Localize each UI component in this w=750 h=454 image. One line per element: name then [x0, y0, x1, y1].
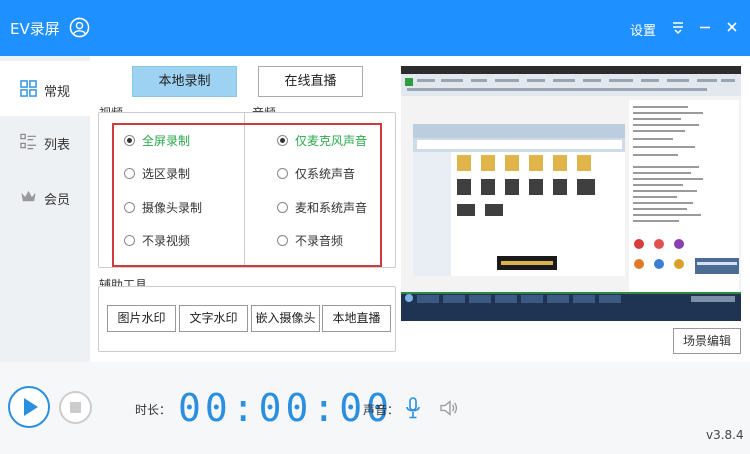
local-record-button[interactable]: 本地录制 — [132, 66, 237, 97]
crown-icon — [21, 190, 36, 202]
radio-button[interactable] — [124, 167, 135, 179]
local-live-button[interactable]: 本地直播 — [322, 305, 391, 332]
option-label: 全屏录制 — [142, 133, 191, 148]
app-title: EV录屏 — [10, 20, 60, 38]
audio-option-mic-system[interactable]: 麦和系统声音 — [277, 198, 367, 216]
sidebar-item-label: 会员 — [44, 193, 71, 208]
scene-edit-button[interactable]: 场景编辑 — [673, 328, 741, 354]
option-label: 仅系统声音 — [295, 166, 356, 181]
desktop-preview-image — [401, 66, 741, 321]
radio-button[interactable] — [124, 201, 135, 213]
volume-label: 声音： — [363, 403, 400, 417]
option-label: 不录音频 — [295, 233, 344, 248]
embed-camera-button[interactable]: 嵌入摄像头 — [251, 305, 320, 332]
settings-button[interactable]: 设置 — [630, 20, 656, 39]
audio-option-system[interactable]: 仅系统声音 — [277, 164, 355, 182]
recording-timer: 00:00:00 — [178, 386, 394, 430]
option-label: 不录视频 — [142, 233, 191, 248]
video-option-camera[interactable]: 摄像头录制 — [124, 198, 202, 216]
live-stream-button[interactable]: 在线直播 — [258, 66, 363, 97]
radio-button[interactable] — [277, 234, 288, 246]
user-icon[interactable] — [69, 17, 90, 38]
list-icon — [20, 133, 37, 150]
radio-button[interactable] — [124, 234, 135, 246]
image-watermark-button[interactable]: 图片水印 — [107, 305, 176, 332]
option-label: 麦和系统声音 — [295, 200, 368, 215]
sidebar-item-label: 常规 — [44, 85, 71, 100]
play-icon — [24, 398, 38, 416]
stop-icon — [70, 402, 81, 413]
preview-area — [401, 66, 741, 321]
radio-button[interactable] — [277, 134, 288, 146]
audio-option-mic[interactable]: 仅麦克风声音 — [277, 131, 367, 149]
sidebar-item-general[interactable]: 常规 — [0, 61, 90, 116]
sidebar: 常规 列表 会员 — [0, 56, 90, 362]
version-label: v3.8.4 — [706, 428, 744, 442]
audio-option-none[interactable]: 不录音频 — [277, 231, 343, 249]
radio-button[interactable] — [277, 167, 288, 179]
sidebar-item-label: 列表 — [44, 138, 71, 153]
stop-button[interactable] — [59, 391, 92, 424]
minimize-icon[interactable] — [696, 18, 714, 36]
text-watermark-button[interactable]: 文字水印 — [179, 305, 248, 332]
play-button[interactable] — [8, 386, 50, 428]
video-option-fullscreen[interactable]: 全屏录制 — [124, 131, 190, 149]
duration-label: 时长： — [135, 403, 172, 417]
option-label: 仅麦克风声音 — [295, 133, 368, 148]
menu-icon[interactable] — [669, 18, 687, 36]
sidebar-item-list[interactable]: 列表 — [0, 114, 90, 169]
grid-icon — [20, 80, 37, 97]
radio-button[interactable] — [124, 134, 135, 146]
sidebar-item-member[interactable]: 会员 — [0, 169, 90, 224]
radio-button[interactable] — [277, 201, 288, 213]
title-bar: EV录屏 设置 — [0, 0, 750, 56]
video-option-none[interactable]: 不录视频 — [124, 231, 190, 249]
option-label: 摄像头录制 — [142, 200, 203, 215]
close-icon[interactable] — [723, 18, 741, 36]
speaker-icon[interactable] — [439, 399, 459, 417]
video-option-region[interactable]: 选区录制 — [124, 164, 190, 182]
option-label: 选区录制 — [142, 166, 191, 181]
microphone-icon[interactable] — [404, 397, 422, 419]
